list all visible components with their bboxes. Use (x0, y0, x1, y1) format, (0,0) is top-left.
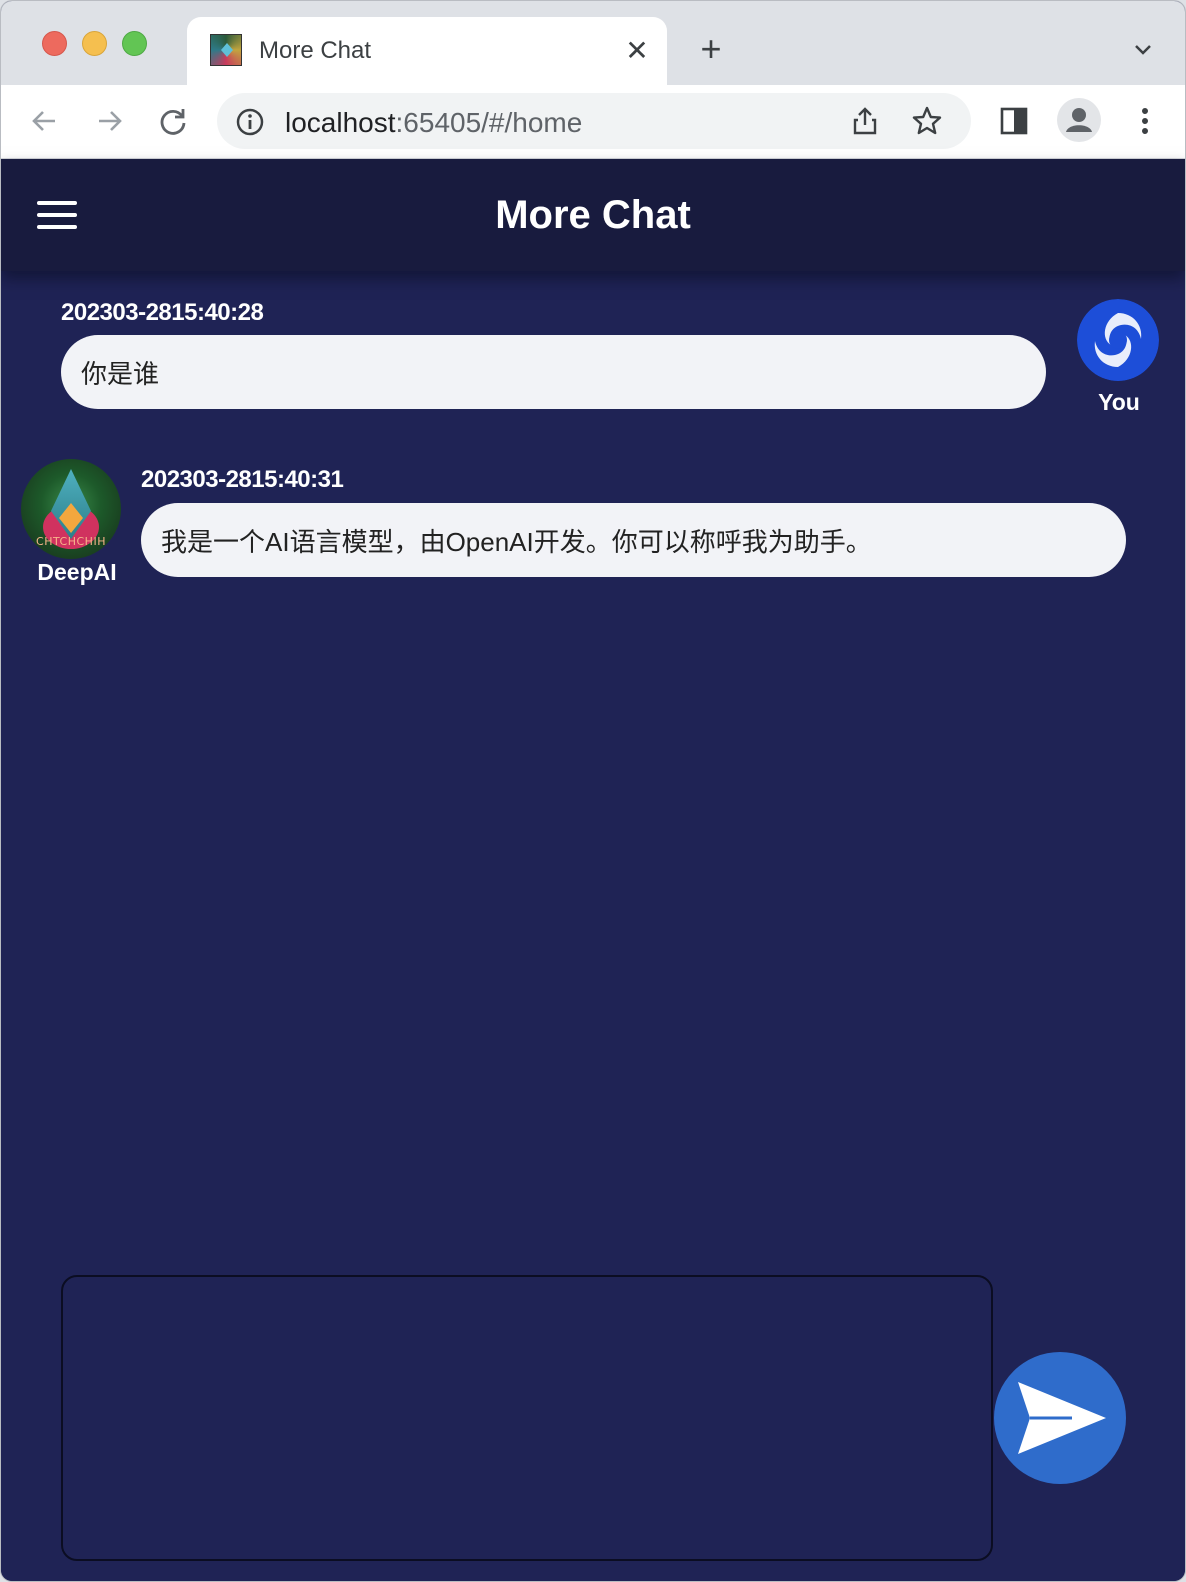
close-window-button[interactable] (42, 31, 67, 56)
app-header: More Chat (1, 159, 1185, 271)
sender-name: DeepAI (37, 559, 117, 585)
message-timestamp: 202303-2815:40:31 (141, 466, 344, 493)
message-bubble-bot: 我是一个AI语言模型，由OpenAI开发。你可以称呼我为助手。 (141, 503, 1126, 577)
browser-tab-active[interactable]: More Chat ✕ (187, 17, 667, 85)
side-panel-icon[interactable] (997, 103, 1033, 139)
tab-strip: More Chat ✕ + (1, 1, 1185, 85)
minimize-window-button[interactable] (82, 31, 107, 56)
deepai-logo-icon (1077, 299, 1159, 381)
url-text[interactable]: localhost:65405/#/home (285, 107, 582, 139)
profile-avatar-icon[interactable] (1057, 98, 1101, 142)
url-path: :65405/#/home (395, 107, 583, 138)
bookmark-star-icon[interactable] (911, 105, 943, 137)
bot-avatar: CHTCHCHIH (21, 459, 121, 559)
avatar-text: CHTCHCHIH (36, 535, 106, 548)
more-menu-icon[interactable] (1127, 103, 1163, 139)
sender-name: You (1098, 389, 1140, 415)
send-button[interactable] (994, 1352, 1126, 1484)
url-host: localhost (285, 107, 396, 138)
message-input[interactable] (61, 1275, 993, 1561)
new-tab-icon[interactable]: + (693, 31, 729, 67)
reload-icon[interactable] (155, 103, 191, 139)
favicon-icon (210, 34, 242, 66)
address-bar[interactable]: localhost:65405/#/home (217, 93, 971, 149)
tab-close-icon[interactable]: ✕ (621, 35, 653, 67)
info-icon[interactable] (235, 107, 265, 137)
message-text: 你是谁 (81, 358, 160, 389)
message-bubble-user: 你是谁 (61, 335, 1046, 409)
app-title: More Chat (495, 193, 691, 237)
chat-app: More Chat 202303-2815:40:28 你是谁 You CHTC… (1, 159, 1185, 1581)
message-timestamp: 202303-2815:40:28 (61, 299, 264, 326)
share-icon[interactable] (849, 105, 881, 137)
back-arrow-icon[interactable] (27, 103, 63, 139)
browser-toolbar: localhost:65405/#/home (1, 85, 1185, 159)
chevron-down-icon[interactable] (1131, 37, 1155, 61)
tab-title: More Chat (259, 37, 372, 64)
send-icon (1018, 1382, 1106, 1454)
browser-window: More Chat ✕ + localhost:65405/#/home Mor… (0, 0, 1186, 1582)
maximize-window-button[interactable] (122, 31, 147, 56)
message-text: 我是一个AI语言模型，由OpenAI开发。你可以称呼我为助手。 (161, 526, 872, 557)
user-avatar (1077, 299, 1159, 381)
forward-arrow-icon[interactable] (91, 103, 127, 139)
